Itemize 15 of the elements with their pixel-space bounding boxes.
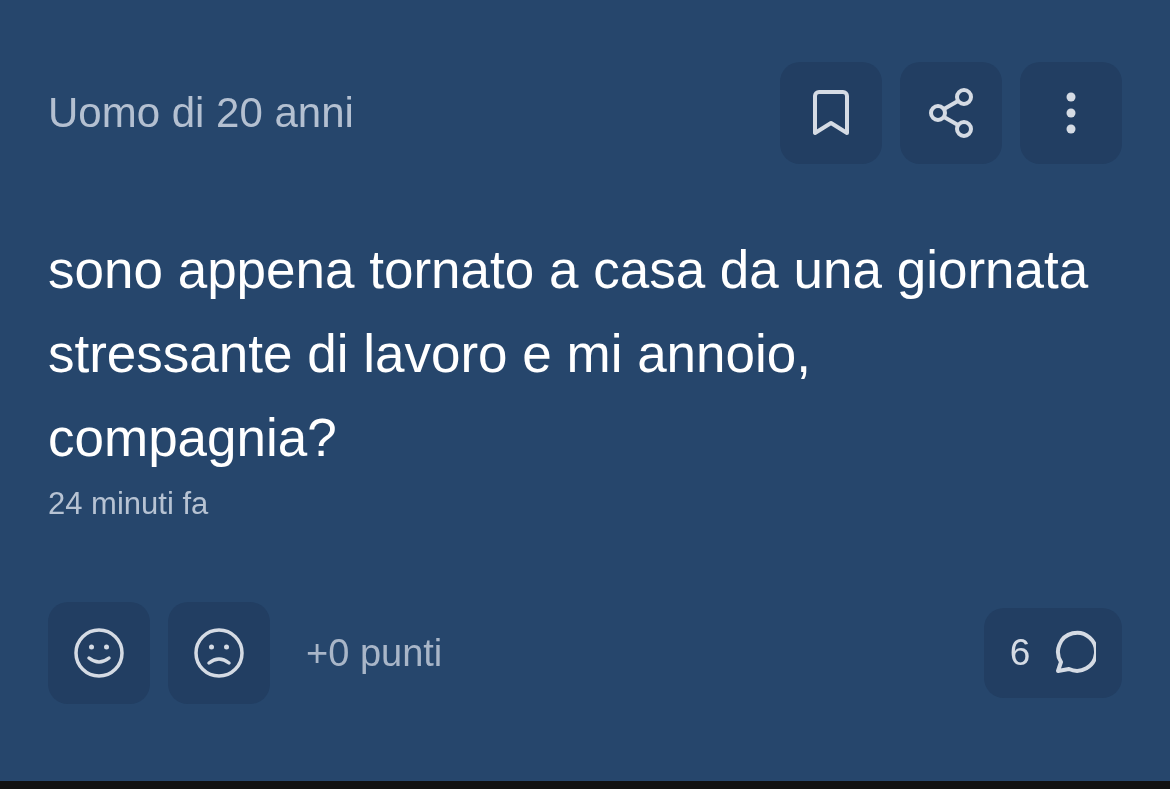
share-icon xyxy=(928,88,974,138)
points-label: +0 punti xyxy=(306,631,443,675)
author-label: Uomo di 20 anni xyxy=(48,89,354,137)
post-time: 24 minuti fa xyxy=(48,486,209,522)
comments-button[interactable]: 6 xyxy=(984,608,1122,698)
bookmark-button[interactable] xyxy=(780,62,882,164)
upvote-button[interactable] xyxy=(48,602,150,704)
smiley-face-icon xyxy=(74,628,124,678)
comment-count: 6 xyxy=(1009,632,1031,674)
downvote-button[interactable] xyxy=(168,602,270,704)
sad-face-icon xyxy=(194,628,244,678)
bookmark-icon xyxy=(812,90,850,136)
post-text: sono appena tornato a casa da una giornata stressante di lavoro e mi annoio, compagnia? xyxy=(48,239,1090,469)
more-vertical-icon xyxy=(1066,92,1076,134)
share-button[interactable] xyxy=(900,62,1002,164)
